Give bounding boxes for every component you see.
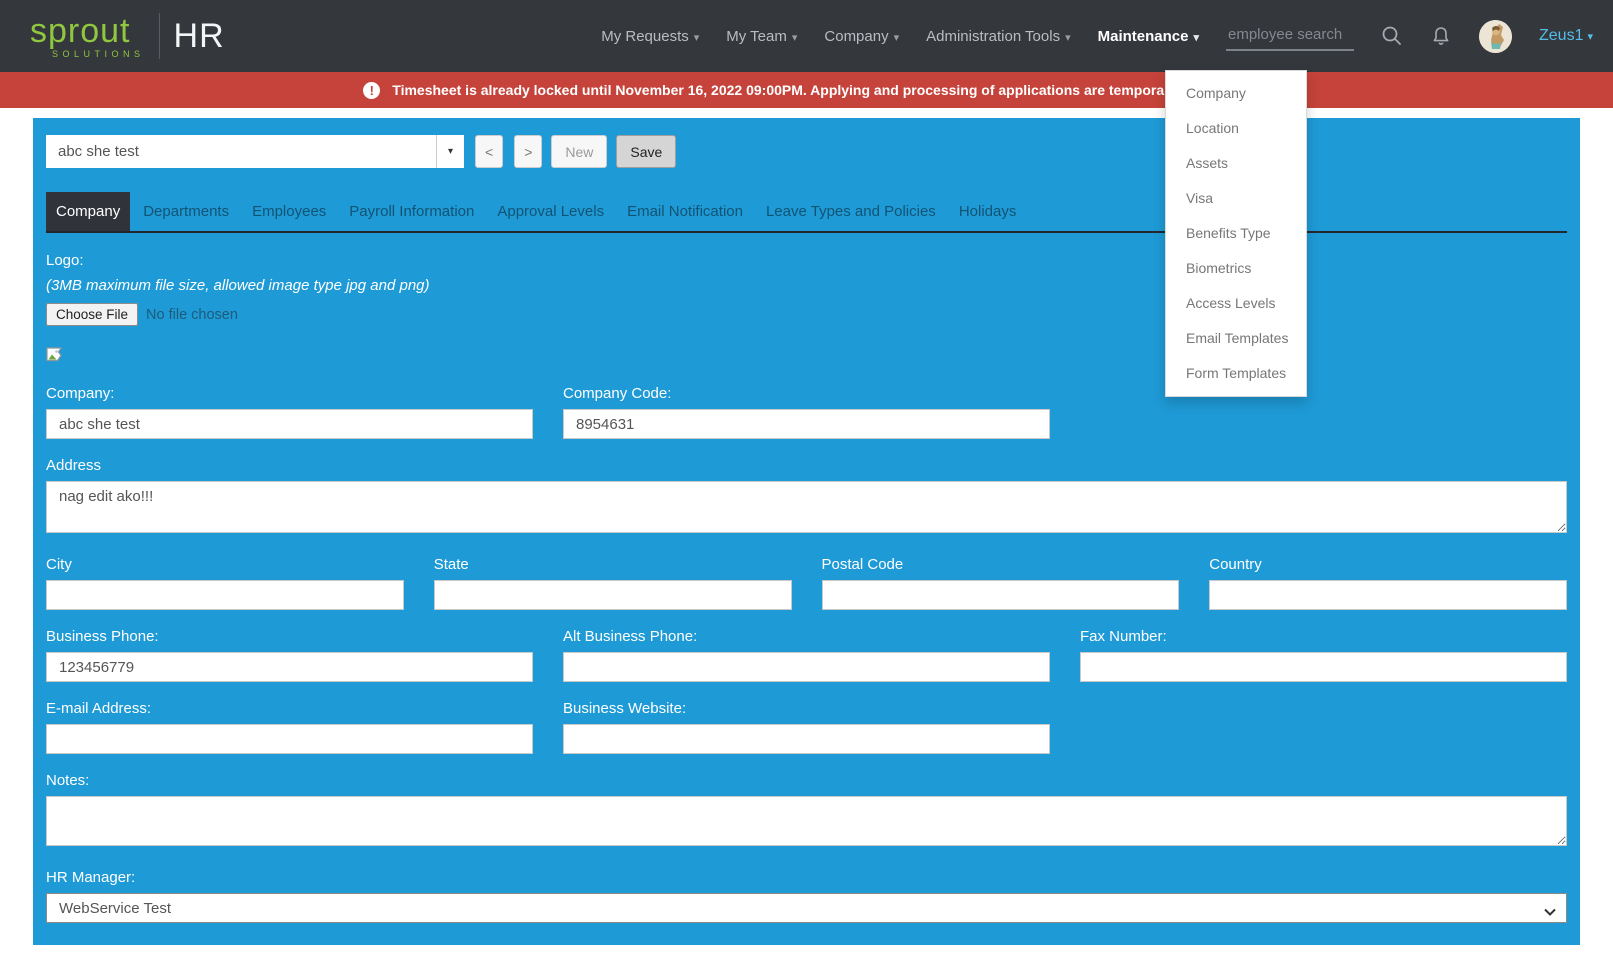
company-selector: ▾	[46, 135, 464, 168]
menu-item-form-templates[interactable]: Form Templates	[1166, 356, 1306, 391]
alert-banner: ! Timesheet is already locked until Nove…	[0, 72, 1613, 108]
alert-text: Timesheet is already locked until Novemb…	[392, 82, 1249, 98]
new-button[interactable]: New	[551, 135, 607, 168]
next-company-button[interactable]: >	[514, 135, 542, 168]
combo-arrow-icon[interactable]: ▾	[436, 135, 464, 168]
tab-payroll-information[interactable]: Payroll Information	[339, 192, 484, 231]
menu-item-email-templates[interactable]: Email Templates	[1166, 321, 1306, 356]
employee-search-input[interactable]	[1226, 22, 1354, 51]
postal-code-label: Postal Code	[822, 556, 1180, 573]
company-field[interactable]	[46, 409, 533, 439]
chevron-down-icon: ▾	[1587, 31, 1593, 43]
state-field[interactable]	[434, 580, 792, 610]
select-chevron-icon	[1544, 903, 1556, 920]
search-icon[interactable]	[1381, 25, 1403, 47]
save-button[interactable]: Save	[616, 135, 676, 168]
alert-exclamation-icon: !	[363, 82, 380, 99]
chevron-down-icon: ▾	[792, 32, 798, 44]
nav-administration-tools[interactable]: Administration Tools▾	[926, 28, 1070, 45]
business-website-label: Business Website:	[563, 700, 1050, 717]
tab-company[interactable]: Company	[46, 192, 130, 231]
nav-company[interactable]: Company▾	[824, 28, 899, 45]
country-field[interactable]	[1209, 580, 1567, 610]
logo-note: (3MB maximum file size, allowed image ty…	[46, 277, 1567, 294]
country-label: Country	[1209, 556, 1567, 573]
tab-leave-types-and-policies[interactable]: Leave Types and Policies	[756, 192, 946, 231]
email-address-field[interactable]	[46, 724, 533, 754]
address-field[interactable]: nag edit ako!!!	[46, 481, 1567, 533]
hr-manager-select[interactable]: WebService Test	[46, 893, 1567, 923]
company-code-field[interactable]	[563, 409, 1050, 439]
menu-item-biometrics[interactable]: Biometrics	[1166, 251, 1306, 286]
menu-item-benefits-type[interactable]: Benefits Type	[1166, 216, 1306, 251]
postal-code-field[interactable]	[822, 580, 1180, 610]
logo-file-input: Choose File No file chosen	[46, 303, 1567, 326]
menu-item-location[interactable]: Location	[1166, 111, 1306, 146]
business-phone-field[interactable]	[46, 652, 533, 682]
company-toolbar: ▾ < > New Save	[46, 135, 1567, 168]
notes-label: Notes:	[46, 772, 1567, 789]
chevron-down-icon: ▾	[894, 32, 900, 44]
menu-item-visa[interactable]: Visa	[1166, 181, 1306, 216]
nav-my-team[interactable]: My Team▾	[726, 28, 797, 45]
nav-maintenance[interactable]: Maintenance▾	[1098, 28, 1199, 45]
business-website-field[interactable]	[563, 724, 1050, 754]
brand-logo[interactable]: sprout SOLUTIONS HR	[30, 13, 225, 59]
menu-item-access-levels[interactable]: Access Levels	[1166, 286, 1306, 321]
company-form: Logo: (3MB maximum file size, allowed im…	[46, 252, 1567, 923]
alt-business-phone-label: Alt Business Phone:	[563, 628, 1050, 645]
brand-name: sprout	[30, 14, 145, 48]
brand-divider	[159, 13, 160, 59]
company-settings-panel: ▾ < > New Save Company Departments Emplo…	[33, 118, 1580, 945]
menu-item-assets[interactable]: Assets	[1166, 146, 1306, 181]
chevron-down-icon: ▾	[1193, 32, 1199, 44]
hr-manager-label: HR Manager:	[46, 869, 1567, 886]
address-label: Address	[46, 457, 1567, 474]
logo-label: Logo:	[46, 252, 1567, 269]
company-code-label: Company Code:	[563, 385, 1050, 402]
fax-number-label: Fax Number:	[1080, 628, 1567, 645]
tab-approval-levels[interactable]: Approval Levels	[487, 192, 614, 231]
tab-departments[interactable]: Departments	[133, 192, 239, 231]
top-nav: sprout SOLUTIONS HR My Requests▾ My Team…	[0, 0, 1613, 72]
user-menu[interactable]: Zeus1▾	[1539, 27, 1593, 45]
business-phone-label: Business Phone:	[46, 628, 533, 645]
city-field[interactable]	[46, 580, 404, 610]
hr-manager-selected-value: WebService Test	[59, 900, 171, 917]
email-address-label: E-mail Address:	[46, 700, 533, 717]
no-file-chosen-text: No file chosen	[146, 307, 238, 323]
chevron-down-icon: ▾	[1065, 32, 1071, 44]
choose-file-button[interactable]: Choose File	[46, 303, 138, 326]
menu-item-company[interactable]: Company	[1166, 76, 1306, 111]
brand-product: HR	[174, 17, 225, 56]
prev-company-button[interactable]: <	[475, 135, 503, 168]
fax-number-field[interactable]	[1080, 652, 1567, 682]
maintenance-dropdown: Company Location Assets Visa Benefits Ty…	[1165, 70, 1307, 397]
alt-business-phone-field[interactable]	[563, 652, 1050, 682]
chevron-down-icon: ▾	[694, 32, 700, 44]
avatar[interactable]	[1479, 20, 1512, 53]
nav-links: My Requests▾ My Team▾ Company▾ Administr…	[601, 20, 1593, 53]
company-selector-input[interactable]	[46, 135, 436, 168]
tab-bar: Company Departments Employees Payroll In…	[46, 192, 1567, 233]
state-label: State	[434, 556, 792, 573]
tab-email-notification[interactable]: Email Notification	[617, 192, 753, 231]
company-label: Company:	[46, 385, 533, 402]
bell-icon[interactable]	[1430, 25, 1452, 47]
tab-employees[interactable]: Employees	[242, 192, 336, 231]
nav-my-requests[interactable]: My Requests▾	[601, 28, 699, 45]
brand-subtitle: SOLUTIONS	[30, 50, 145, 59]
city-label: City	[46, 556, 404, 573]
tab-holidays[interactable]: Holidays	[949, 192, 1027, 231]
broken-image-icon	[46, 347, 1567, 368]
notes-field[interactable]	[46, 796, 1567, 846]
